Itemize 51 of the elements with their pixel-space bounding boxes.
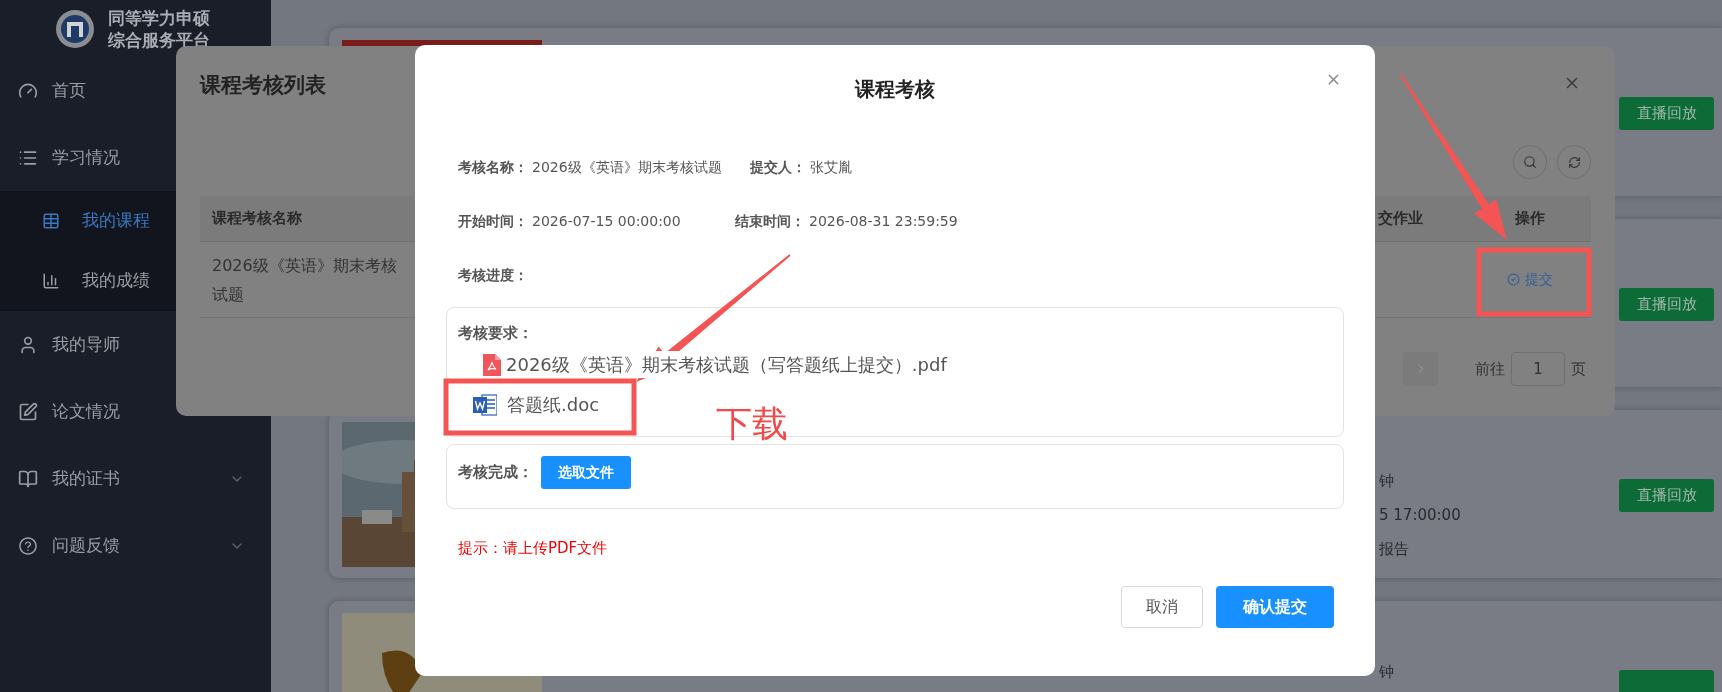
sidebar-item[interactable]: 学习情况 [0,124,271,191]
edit-icon [18,401,38,422]
page-suffix: 页 [1571,358,1586,380]
table-icon [42,212,60,230]
field-label: 开始时间： [458,212,528,231]
book-icon [18,468,38,489]
field-label: 考核进度： [458,266,528,285]
field-label: 考核名称： [458,158,528,177]
sidebar-item[interactable]: 我的导师 [0,311,271,378]
pdf-file-icon [483,353,501,376]
list-dialog-title: 课程考核列表 [200,72,326,99]
column-header: 交作业 [1378,208,1423,230]
field-label: 提交人： [749,158,806,177]
refresh-icon [1567,155,1581,169]
field-label: 考核完成： [458,462,533,483]
course-info-text: 钟 [1379,472,1395,490]
live-replay-button[interactable]: 直播回放 [1619,97,1714,130]
goto-label: 前往 [1475,358,1505,380]
column-header: 操作 [1514,208,1546,230]
dialog-title: 课程考核 [855,76,935,103]
sidebar-item[interactable]: 论文情况 [0,378,271,445]
help-icon [18,535,38,556]
logo-icon [55,8,95,49]
file-link[interactable]: 2026级《英语》期末考核试题（写答题纸上提交）.pdf [506,351,947,378]
live-replay-button[interactable]: 直播回放 [1619,479,1714,512]
field-value: 2026-08-31 23:59:59 [809,212,958,231]
field-label: 考核要求： [458,323,534,344]
course-info-text: 5 17:00:00 [1379,506,1462,524]
annotation-label: 下载 [716,402,788,446]
search-icon [1523,155,1537,169]
field-value: 2026-07-15 00:00:00 [532,212,681,231]
choose-file-button[interactable]: 选取文件 [541,456,631,489]
sidebar-item[interactable]: 问题反馈 [0,512,271,579]
field-value: 2026级《英语》期末考核试题 [532,158,722,177]
user-icon [18,334,38,355]
hint-text: 提示：请上传PDF文件 [457,538,609,559]
brand-title: 同等学力申硕 [108,6,210,29]
field-value: 张艾胤 [809,158,852,177]
confirm-button[interactable]: 确认提交 [1216,585,1334,628]
live-replay-button[interactable]: 直播回放 [1619,288,1714,321]
bar-chart-icon [42,272,60,290]
field-label: 结束时间： [735,212,805,231]
cancel-button[interactable]: 取消 [1121,585,1203,628]
sidebar-item[interactable]: 我的证书 [0,445,271,512]
table-cell-text: 2026级《英语》期末考核试题 [211,254,398,306]
check-circle-icon [1507,273,1520,286]
column-header: 课程考核名称 [212,208,302,230]
word-file-icon [473,393,497,416]
course-info-text: 钟 [1379,663,1395,681]
page-input[interactable]: 1 [1511,352,1565,386]
course-info-text: 报告 [1379,540,1410,558]
